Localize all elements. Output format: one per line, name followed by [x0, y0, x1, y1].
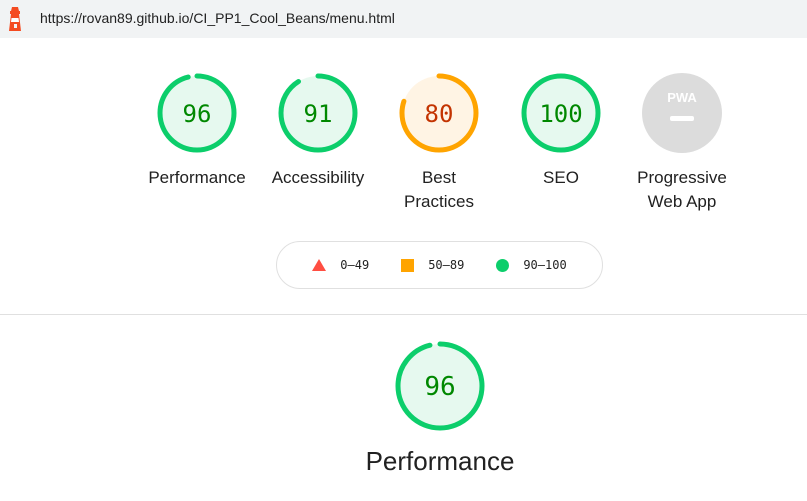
circle-icon — [496, 258, 510, 272]
square-icon — [401, 258, 415, 272]
lighthouse-icon — [9, 7, 21, 31]
score-ring: 96 — [395, 341, 485, 431]
divider — [0, 314, 807, 315]
gauge-label: SEO — [543, 168, 579, 187]
score-ring: 91 — [278, 73, 358, 153]
score-legend: 0–49 50–89 90–100 — [276, 241, 603, 289]
gauge-label: Best Practices — [404, 168, 474, 211]
legend-fail-label: 0–49 — [340, 258, 370, 272]
score-value: 100 — [539, 100, 582, 128]
gauge-best-practices[interactable]: 80 Best Practices — [389, 72, 489, 214]
legend-fail: 0–49 — [312, 258, 369, 272]
section-performance-gauge: 96 — [394, 340, 486, 437]
score-ring: 96 — [157, 73, 237, 153]
gauge-accessibility[interactable]: 91 Accessibility — [268, 72, 368, 190]
triangle-icon — [312, 259, 327, 271]
score-value: 91 — [304, 100, 333, 128]
gauge-pwa[interactable]: PWA Progressive Web App — [622, 72, 742, 214]
page-url[interactable]: https://rovan89.github.io/CI_PP1_Cool_Be… — [40, 10, 395, 26]
legend-average: 50–89 — [401, 258, 464, 272]
score-ring: 100 — [521, 73, 601, 153]
gauge-seo[interactable]: 100 SEO — [511, 72, 611, 190]
gauge-label: Progressive Web App — [637, 168, 727, 211]
legend-pass-label: 90–100 — [523, 258, 567, 272]
score-value: 96 — [183, 100, 212, 128]
score-ring: 80 — [399, 73, 479, 153]
gauge-label: Accessibility — [271, 168, 365, 187]
legend-pass: 90–100 — [496, 258, 567, 272]
svg-text:PWA: PWA — [667, 90, 697, 105]
gauge-label: Performance — [148, 168, 246, 187]
section-score-value: 96 — [424, 372, 455, 402]
section-title: Performance — [365, 446, 515, 476]
gauge-performance[interactable]: 96 Performance — [147, 72, 247, 190]
address-bar: https://rovan89.github.io/CI_PP1_Cool_Be… — [0, 0, 807, 38]
score-value: 80 — [425, 100, 454, 128]
legend-average-label: 50–89 — [428, 258, 465, 272]
pwa-badge-icon: PWA — [642, 73, 722, 153]
